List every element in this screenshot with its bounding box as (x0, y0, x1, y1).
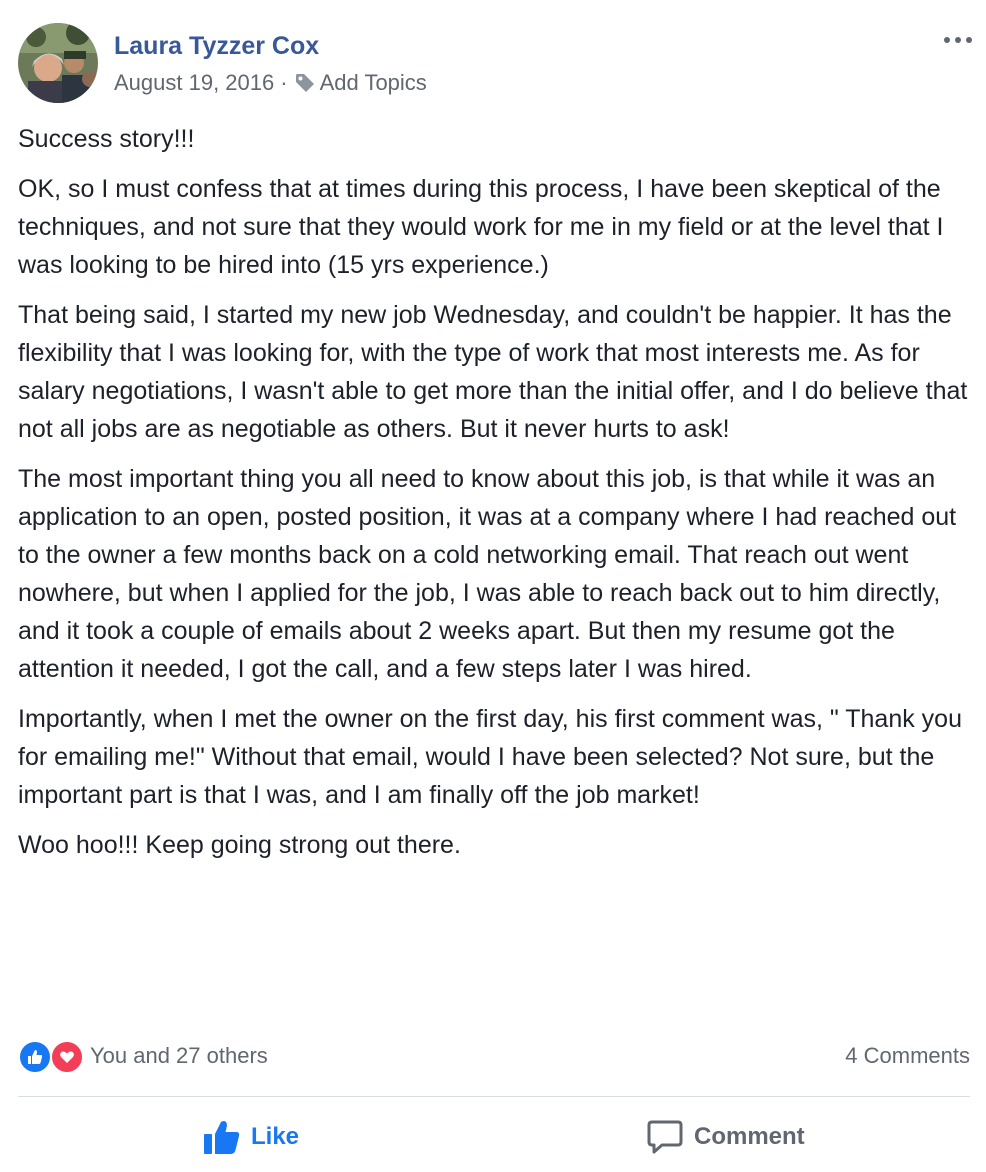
reaction-count[interactable]: You and 27 others (90, 1043, 268, 1069)
add-topics-link[interactable]: Add Topics (320, 69, 427, 97)
action-bar: Like Comment (18, 1106, 970, 1168)
post-paragraph: Success story!!! (18, 125, 195, 153)
comments-count[interactable]: 4 Comments (845, 1043, 970, 1069)
reactions-summary[interactable]: You and 27 others (18, 1040, 268, 1074)
post-paragraph: Importantly, when I met the owner on the… (18, 705, 962, 809)
tag-icon[interactable] (294, 72, 316, 94)
comment-button[interactable]: Comment (646, 1106, 805, 1168)
comment-bubble-icon (647, 1120, 683, 1154)
love-icon (50, 1040, 84, 1074)
like-button[interactable]: Like (203, 1106, 299, 1168)
post-paragraph: That being said, I started my new job We… (18, 301, 968, 443)
post-meta: August 19, 2016 · Add Topics (114, 69, 427, 97)
meta-separator: · (280, 70, 288, 95)
more-dot (955, 37, 961, 43)
post-paragraph: OK, so I must confess that at times duri… (18, 175, 944, 279)
more-dot (966, 37, 972, 43)
author-name[interactable]: Laura Tyzzer Cox (114, 31, 319, 61)
post-body: Success story!!! OK, so I must confess t… (18, 120, 973, 876)
divider (18, 1096, 970, 1097)
facebook-post: Laura Tyzzer Cox August 19, 2016 · Add T… (0, 0, 986, 1172)
like-icon (18, 1040, 52, 1074)
reaction-icons (18, 1040, 84, 1074)
avatar[interactable] (18, 23, 98, 103)
post-paragraph: The most important thing you all need to… (18, 465, 957, 683)
more-dot (944, 37, 950, 43)
thumbs-up-icon (204, 1121, 240, 1154)
reactions-bar: You and 27 others 4 Comments (18, 1038, 970, 1074)
post-paragraph: Woo hoo!!! Keep going strong out there. (18, 831, 461, 859)
post-date[interactable]: August 19, 2016 (114, 69, 274, 97)
comment-label: Comment (694, 1123, 805, 1150)
more-options-icon[interactable] (940, 30, 976, 50)
like-label: Like (251, 1123, 300, 1150)
